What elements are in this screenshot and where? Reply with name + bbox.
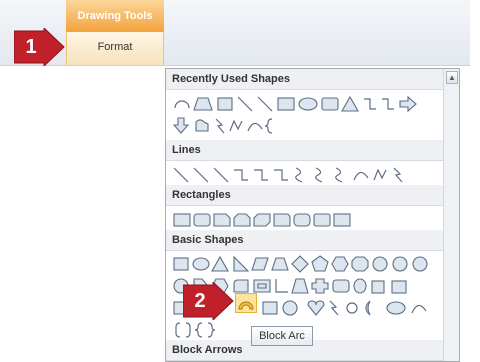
decagon-icon <box>372 256 388 272</box>
block-arc-recent-icon <box>174 100 190 109</box>
round-same-side-rect-icon <box>293 213 311 227</box>
scribble-icon <box>393 167 403 183</box>
text-box-icon <box>173 257 189 271</box>
can-icon <box>353 278 367 294</box>
curved-double-arrow-icon <box>335 167 343 183</box>
context-tab-group-label: Drawing Tools <box>66 0 164 32</box>
half-frame-icon <box>233 279 249 293</box>
triangle-icon <box>341 95 359 112</box>
section-recently-used-shapes: Recently Used Shapes <box>166 69 445 90</box>
elbow-connector-icon <box>234 169 248 181</box>
snip-corner-rect-icon <box>213 213 231 227</box>
curved-arrow-icon <box>315 167 323 183</box>
smiley-face-icon <box>282 300 298 316</box>
folded-corner-icon <box>262 301 278 315</box>
arc-icon <box>247 122 263 132</box>
freeform-icon <box>229 119 243 132</box>
oval-icon <box>192 257 210 271</box>
lightning-bolt-icon <box>329 300 339 316</box>
block-arc-icon <box>238 301 254 310</box>
rectangle-icon <box>173 213 191 227</box>
moon-icon <box>365 300 371 316</box>
l-shape-icon <box>275 279 288 293</box>
section-basic-shapes: Basic Shapes <box>166 230 445 251</box>
step-1-label: 1 <box>25 36 37 58</box>
scroll-up-button[interactable]: ▲ <box>446 71 458 84</box>
cloud-icon <box>386 301 406 315</box>
elbow-connector-icon <box>364 98 376 110</box>
arc-icon <box>411 304 427 314</box>
rounded-rectangle-icon <box>193 213 211 227</box>
arrow-line-icon <box>257 96 273 112</box>
rounded-rect-icon <box>321 97 339 111</box>
snip-diagonal-rect-icon <box>253 213 271 227</box>
right-triangle-icon <box>233 255 250 272</box>
wave-shape-icon <box>195 119 209 132</box>
rectangles-icons[interactable] <box>172 209 452 231</box>
diamond-icon <box>291 255 309 273</box>
right-arrow-icon <box>399 95 417 113</box>
lightning-icon <box>215 118 225 134</box>
down-arrow-icon <box>172 117 190 134</box>
trapezoid-icon <box>271 257 289 271</box>
line-arrow-icon <box>193 167 209 183</box>
section-lines: Lines <box>166 140 445 161</box>
snip-round-rect-icon <box>333 213 351 227</box>
section-rectangles: Rectangles <box>166 185 445 206</box>
pie-icon <box>412 256 428 272</box>
step-2-label: 2 <box>194 290 206 312</box>
trapezoid-icon <box>193 97 213 111</box>
round-corner-rect-icon <box>273 213 291 227</box>
section-heading: Recently Used Shapes <box>166 69 445 90</box>
diagonal-stripe-icon <box>291 278 309 294</box>
rectangle-icon <box>277 97 295 111</box>
line-double-arrow-icon <box>213 167 229 183</box>
round-diagonal-rect-icon <box>313 213 331 227</box>
elbow-arrow-icon <box>382 98 394 110</box>
recent-shapes-icons[interactable] <box>172 93 452 115</box>
plaque-icon <box>332 279 350 293</box>
right-brace-icon <box>207 322 216 338</box>
hexagon-icon <box>331 256 349 272</box>
sun-icon <box>346 302 358 314</box>
dodecagon-icon <box>392 256 408 272</box>
step-1-badge: 1 <box>14 28 66 66</box>
lines-icons[interactable] <box>172 164 452 186</box>
section-heading: Lines <box>166 140 445 161</box>
isosceles-triangle-icon <box>211 255 229 272</box>
oval-icon <box>298 97 318 111</box>
heart-icon <box>307 300 325 316</box>
plus-icon <box>311 278 329 294</box>
frame-icon <box>253 279 271 293</box>
cube-icon <box>371 280 385 294</box>
gallery-scrollbar[interactable]: ▲ <box>443 69 459 361</box>
curve-icon <box>353 171 369 181</box>
line-icon <box>237 96 253 112</box>
elbow-double-arrow-icon <box>274 169 288 181</box>
elbow-arrow-icon <box>254 169 268 181</box>
line-icon <box>173 167 189 183</box>
heptagon-icon <box>351 256 369 272</box>
curved-connector-icon <box>295 167 303 183</box>
snip-same-side-rect-icon <box>233 213 251 227</box>
parallelogram-icon <box>251 257 269 271</box>
freeform-icon <box>373 168 387 181</box>
step-2-badge: 2 <box>183 282 235 320</box>
section-heading: Rectangles <box>166 185 445 206</box>
left-brace-icon <box>264 118 273 134</box>
pentagon-icon <box>311 255 329 272</box>
section-heading: Basic Shapes <box>166 230 445 251</box>
left-brace-icon <box>194 322 203 338</box>
recent-shapes-icons-2[interactable] <box>172 115 452 137</box>
left-bracket-icon <box>175 322 181 338</box>
basic-shapes-icons-1[interactable] <box>172 253 452 275</box>
block-arc-shape-button[interactable] <box>235 293 257 313</box>
shape-tooltip: Block Arc <box>251 326 313 346</box>
picture-frame-icon <box>217 97 233 111</box>
drawing-tools-context-tab[interactable]: Drawing Tools Format <box>66 0 164 65</box>
format-tab[interactable]: Format <box>66 32 164 65</box>
bevel-icon <box>391 280 407 294</box>
right-bracket-icon <box>185 322 191 338</box>
